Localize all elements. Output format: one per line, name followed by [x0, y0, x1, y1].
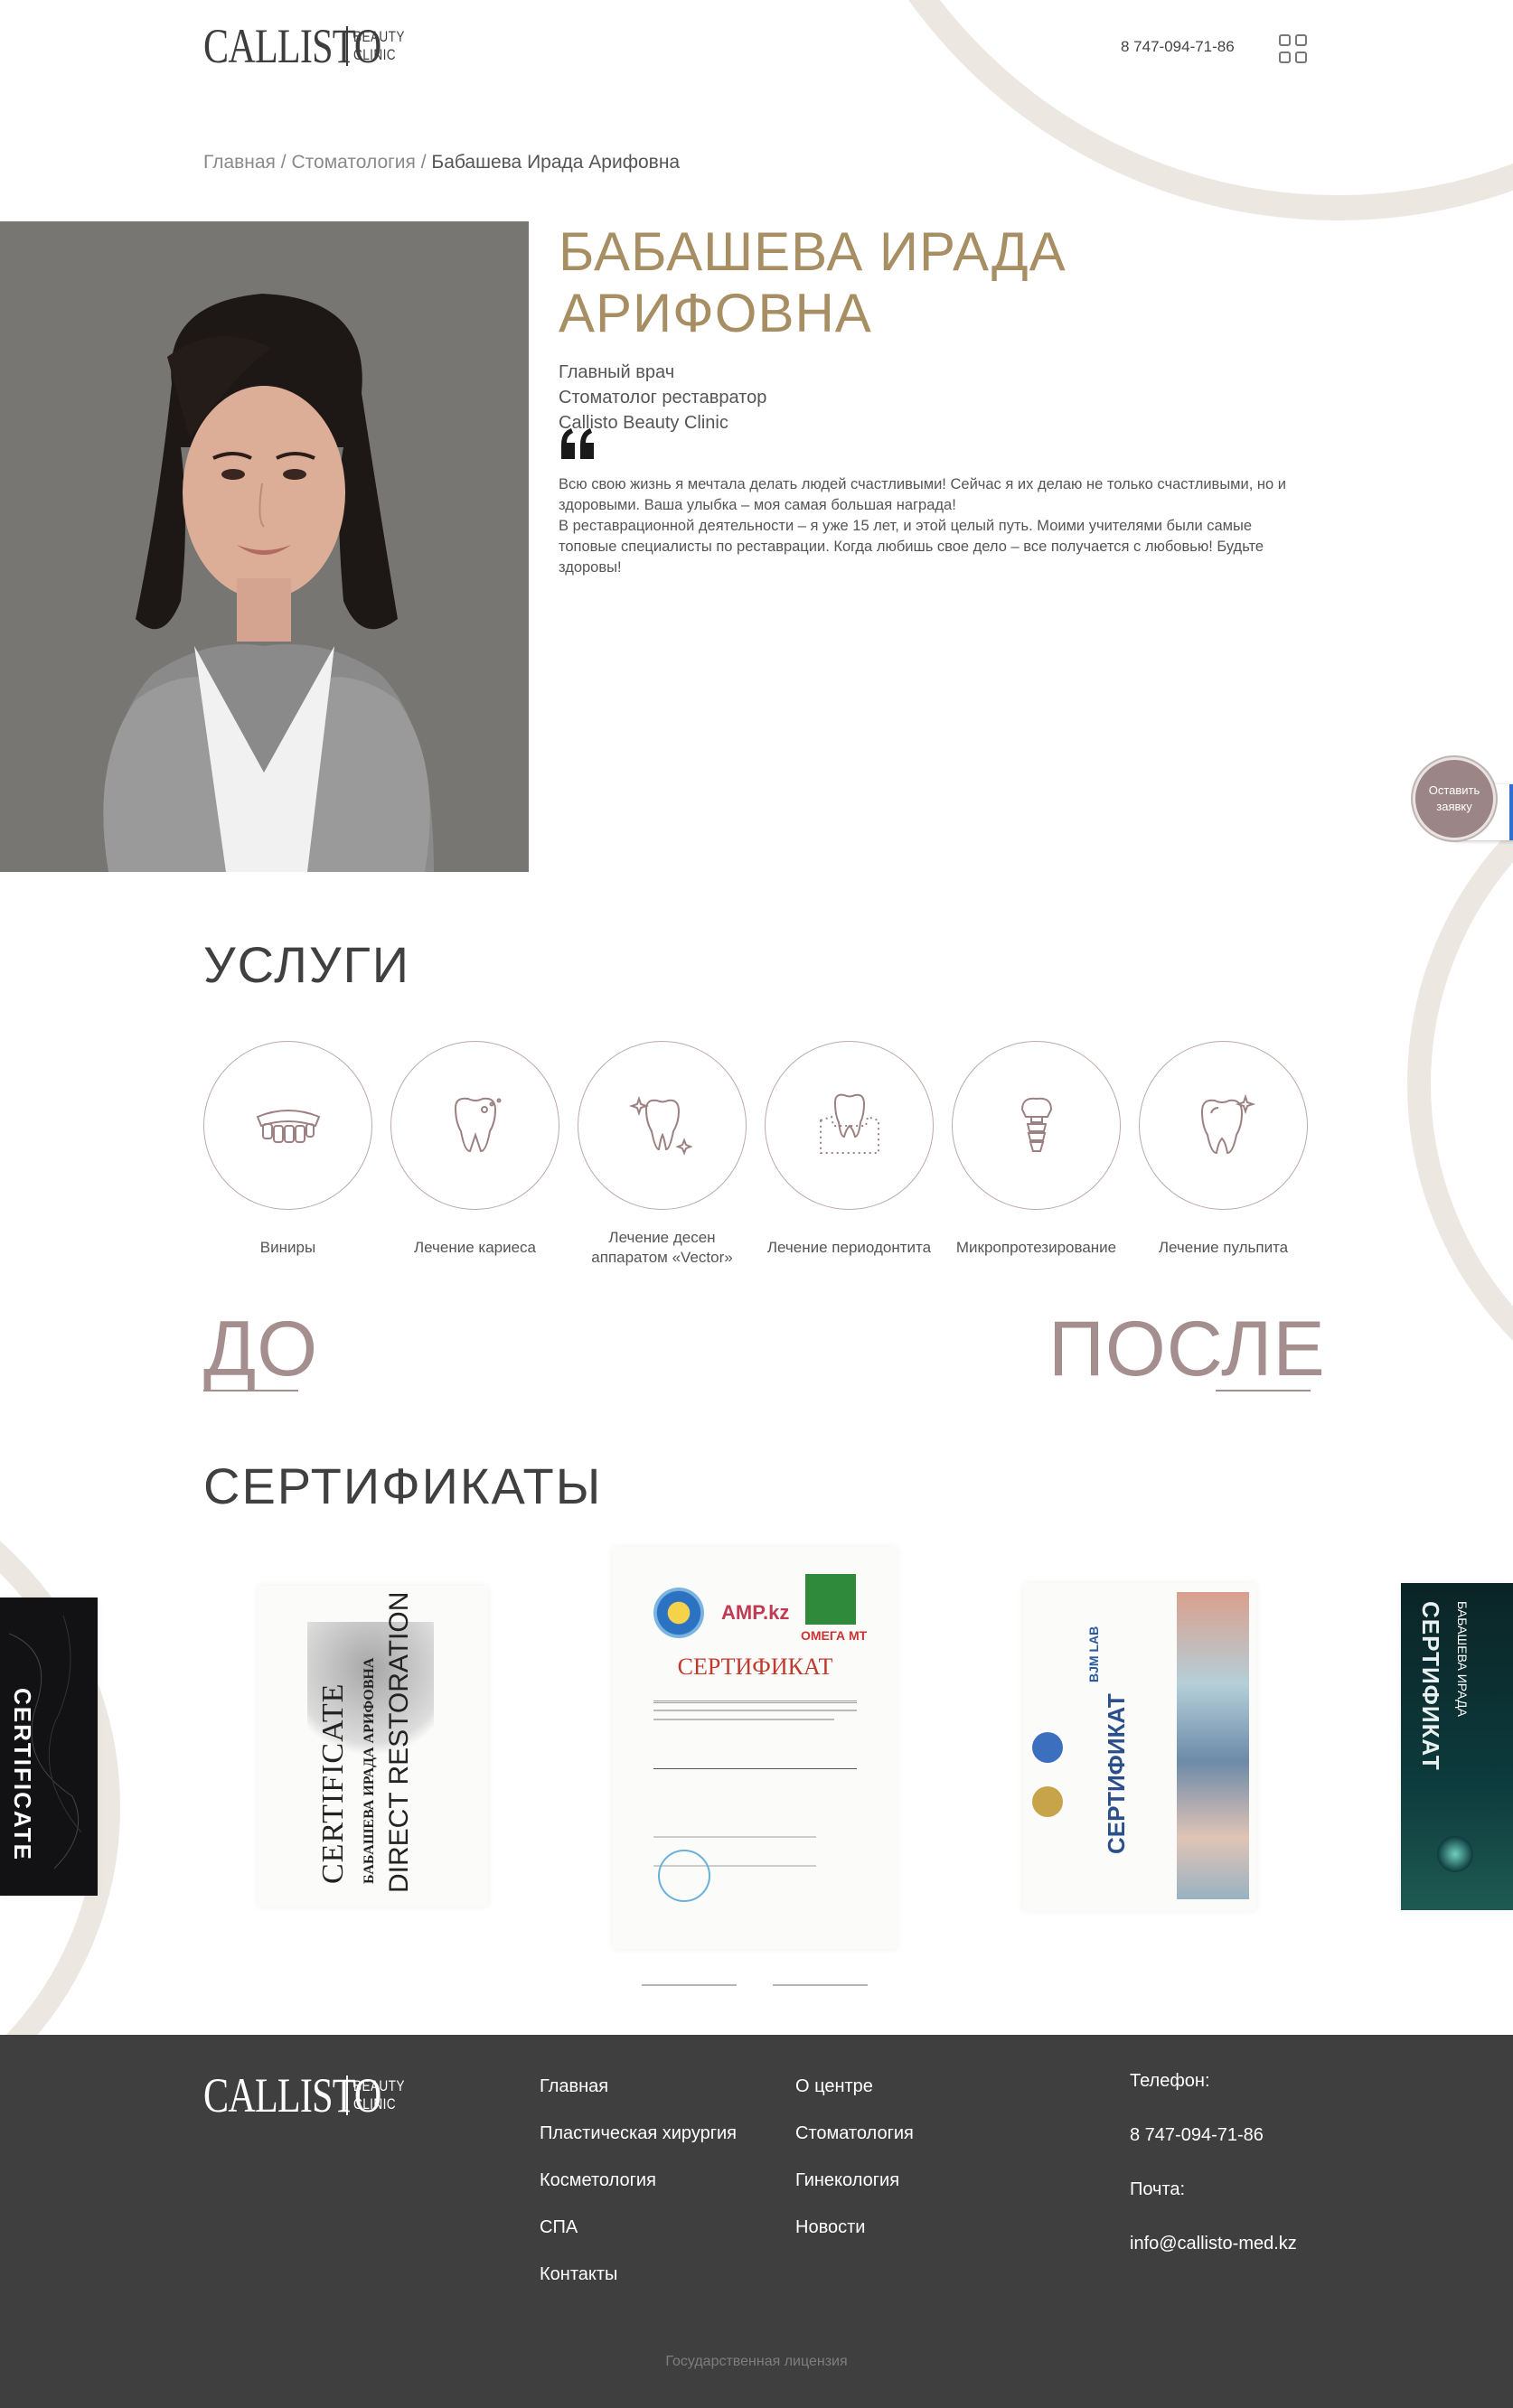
service-label: Микропротезирование [955, 1239, 1117, 1256]
service-label: Лечение пульпита [1158, 1239, 1289, 1256]
certificate-course: DIRECT RESTORATION [384, 1591, 414, 1893]
certificate-heading: CERTIFICATE [9, 1688, 36, 1861]
footer-link-spa[interactable]: СПА [540, 2204, 737, 2251]
footer-email[interactable]: info@callisto-med.kz [1130, 2234, 1297, 2288]
certificate-card[interactable]: AMP.kz ОМЕГА МТ СЕРТИФИКАТ [613, 1547, 897, 1949]
footer-nav-col1: Главная Пластическая хирургия Косметолог… [540, 2063, 737, 2298]
implant-icon [1020, 1097, 1052, 1152]
certificate-logo-omega: ОМЕГА МТ [801, 1628, 868, 1643]
footer-nav-col2: О центре Стоматология Гинекология Новост… [795, 2063, 914, 2251]
service-card-periodontitis[interactable]: Лечение периодонтита [765, 1041, 934, 1268]
logo-wordmark: CALLISTO [203, 19, 381, 73]
breadcrumb-current: Бабашева Ирада Арифовна [431, 152, 681, 173]
footer-phone[interactable]: 8 747-094-71-86 [1130, 2125, 1297, 2179]
before-label: ДО [203, 1306, 319, 1392]
veneers-icon [256, 1109, 320, 1143]
slider-prev-arrow[interactable] [642, 1984, 737, 1986]
grid-menu-icon[interactable] [1279, 34, 1308, 63]
breadcrumb-separator: / [420, 152, 427, 173]
breadcrumb: Главная / Стоматология / Бабашева Ирада … [203, 152, 680, 173]
certificate-name: БАБАШЕВА ИРАДА [1455, 1601, 1470, 1717]
doctor-name: БАБАШЕВА ИРАДА АРИФОВНА [559, 221, 1191, 344]
service-label: Лечение кариеса [413, 1239, 537, 1256]
certificate-heading: СЕРТИФИКАТ [1103, 1693, 1130, 1854]
footer-link-home[interactable]: Главная [540, 2063, 737, 2110]
service-card-microprosthetics[interactable]: Микропротезирование [952, 1041, 1121, 1268]
breadcrumb-separator: / [280, 152, 287, 173]
license-link[interactable]: Государственная лицензия [0, 2354, 1513, 2370]
logo-subtitle: BEAUTY CLINIC [353, 28, 405, 63]
shiny-tooth-icon [1200, 1093, 1255, 1154]
leave-request-button[interactable]: Оставить заявку [1413, 757, 1496, 840]
header-phone[interactable]: 8 747-094-71-86 [1121, 38, 1235, 56]
service-label: Лечение периодонтита [766, 1239, 932, 1256]
before-underline [203, 1390, 298, 1391]
service-label: Виниры [259, 1239, 316, 1256]
gum-tooth-icon [819, 1093, 879, 1154]
service-card-veneers[interactable]: Виниры [203, 1041, 372, 1268]
footer-link-gynecology[interactable]: Гинекология [795, 2157, 914, 2204]
services-title: УСЛУГИ [203, 936, 411, 993]
certificate-card[interactable]: СЕРТИФИКАТ БАБАШЕВА ИРАДА [1401, 1583, 1513, 1910]
service-card-caries[interactable]: Лечение кариеса [390, 1041, 559, 1268]
doctor-role-specialty: Стоматолог реставратор [559, 388, 767, 408]
service-circle [390, 1041, 559, 1210]
footer-link-cosmetology[interactable]: Косметология [540, 2157, 737, 2204]
caries-tooth-icon [454, 1097, 501, 1152]
doctor-quote: Всю свою жизнь я мечтала делать людей сч… [559, 476, 1287, 513]
logo-subtitle: BEAUTY CLINIC [353, 2077, 405, 2113]
certificate-logo-bjm: BJM LAB [1086, 1626, 1101, 1682]
footer-link-contacts[interactable]: Контакты [540, 2251, 737, 2298]
certificate-card[interactable]: BJM LAB СЕРТИФИКАТ [1023, 1583, 1256, 1911]
footer-email-label: Почта: [1130, 2179, 1186, 2199]
doctor-photo [0, 221, 529, 872]
footer-link-about[interactable]: О центре [795, 2063, 914, 2110]
footer-link-plastic-surgery[interactable]: Пластическая хирургия [540, 2110, 737, 2157]
footer-logo[interactable]: CALLISTO BEAUTY CLINIC [203, 2071, 418, 2120]
service-circle [765, 1041, 934, 1210]
certificate-card[interactable]: CERTIFICATE [0, 1598, 98, 1896]
certificate-heading: СЕРТИФИКАТ [677, 1654, 833, 1680]
slider-next-arrow[interactable] [773, 1984, 868, 1986]
service-circle [203, 1041, 372, 1210]
certificate-name: БАБАШЕВА ИРАДА АРИФОВНА [362, 1657, 377, 1884]
doctor-bio: В реставрационной деятельности – я уже 1… [559, 518, 1264, 576]
footer-contacts: Телефон: 8 747-094-71-86 Почта: info@cal… [1130, 2071, 1297, 2288]
service-card-pulpitis[interactable]: Лечение пульпита [1139, 1041, 1308, 1268]
service-card-vector[interactable]: Лечение десен аппаратом «Vector» [578, 1041, 747, 1268]
footer-link-news[interactable]: Новости [795, 2204, 914, 2251]
breadcrumb-section[interactable]: Стоматология [291, 152, 415, 173]
certificate-logo-amp: AMP.kz [721, 1601, 790, 1624]
service-circle [952, 1041, 1121, 1210]
logo-wordmark: CALLISTO [203, 2068, 381, 2122]
footer-link-dentistry[interactable]: Стоматология [795, 2110, 914, 2157]
certificate-heading: CERTIFICATE [316, 1682, 350, 1884]
doctor-role-chief: Главный врач [559, 362, 675, 382]
quote-icon [561, 428, 594, 459]
breadcrumb-home[interactable]: Главная [203, 152, 276, 173]
after-underline [1216, 1390, 1311, 1391]
certificates-title: СЕРТИФИКАТЫ [203, 1457, 603, 1514]
certificate-heading: СЕРТИФИКАТ [1417, 1601, 1444, 1771]
doctor-name-line2: АРИФОВНА [559, 283, 872, 343]
service-circle [578, 1041, 747, 1210]
sparkle-tooth-icon [628, 1095, 693, 1156]
after-label: ПОСЛЕ [1048, 1306, 1326, 1392]
footer-phone-label: Телефон: [1130, 2071, 1210, 2091]
doctor-quote-text: Всю свою жизнь я мечтала делать людей сч… [559, 474, 1309, 578]
doctor-name-line1: БАБАШЕВА ИРАДА [559, 221, 1067, 282]
service-label: Лечение десен аппаратом «Vector» [591, 1229, 733, 1266]
service-circle [1139, 1041, 1308, 1210]
certificate-card[interactable]: CERTIFICATE БАБАШЕВА ИРАДА АРИФОВНА DIRE… [258, 1586, 488, 1907]
site-logo[interactable]: CALLISTO BEAUTY CLINIC [203, 22, 418, 70]
